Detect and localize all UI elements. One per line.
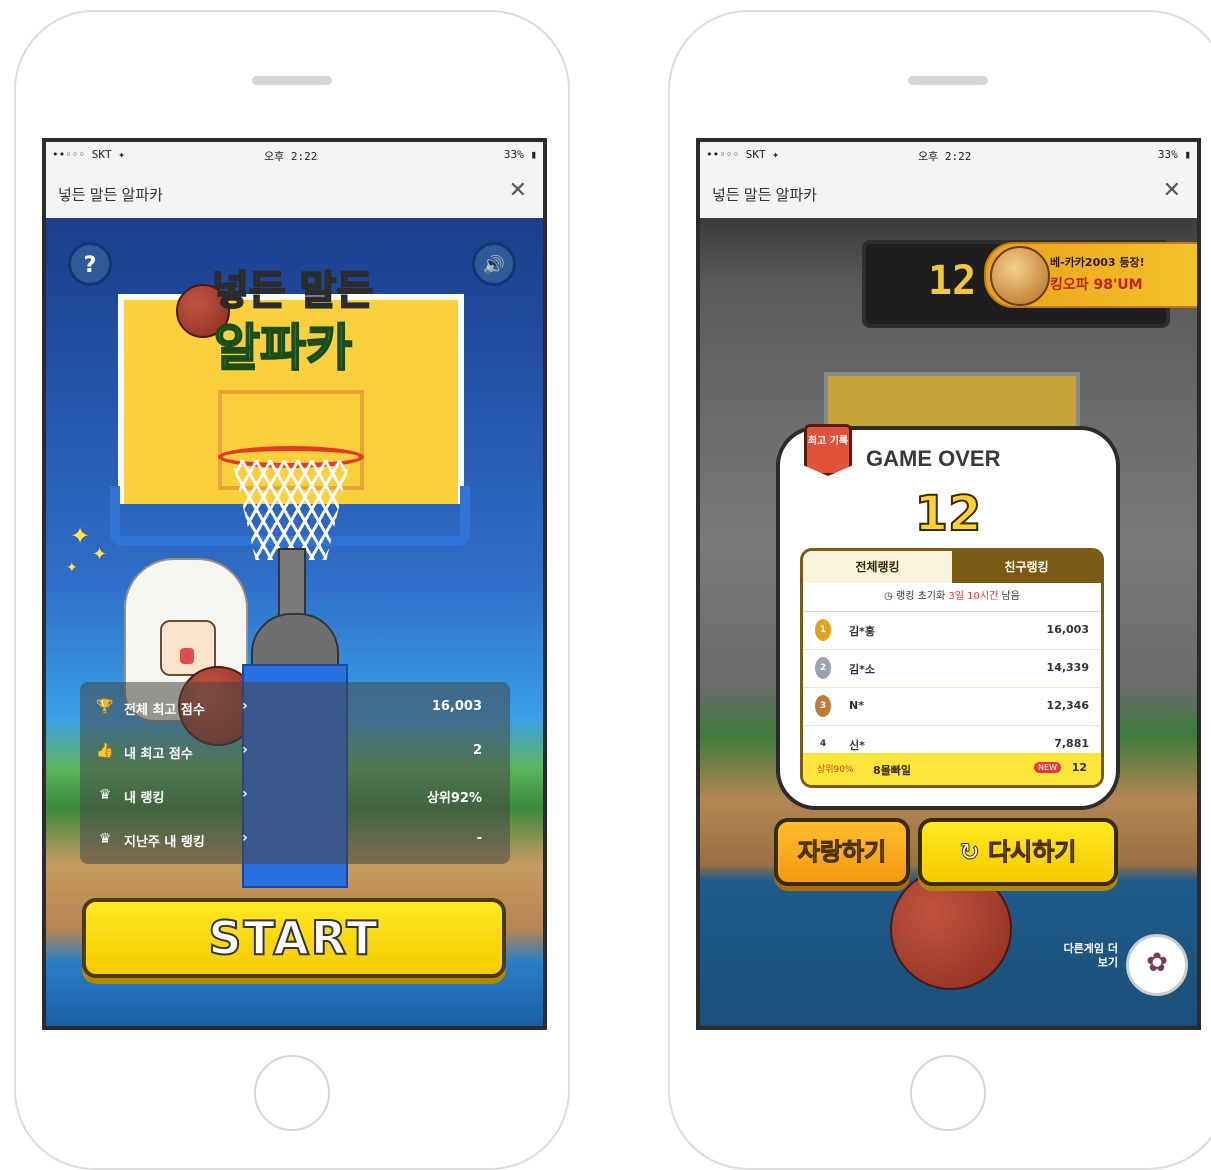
stat-label: 전체 최고 점수 [124, 703, 205, 718]
game-over-title: GAME OVER [866, 446, 1001, 471]
ranking-row: 1 김*흥 16,003 [803, 611, 1101, 650]
chevron-right-icon: › [242, 830, 248, 846]
sparkle-icon: ✦ [66, 560, 78, 576]
time: 오후 2:22 [264, 150, 318, 163]
ad-banner[interactable]: 베-카카2003 등장! 킹오파 98'UM [984, 242, 1197, 308]
ranking-name: 김*소 [849, 663, 875, 676]
stat-label: 내 최고 점수 [124, 747, 193, 762]
stats-panel: 🏆 전체 최고 점수 › 16,003 👍 내 최고 점수 › 2 ♛ 내 랭킹… [80, 682, 510, 864]
ranking-row: 3 N* 12,346 [803, 687, 1101, 726]
hoop-pedestal [251, 613, 339, 667]
ranking-score: 16,003 [1046, 623, 1089, 636]
notice-suffix: 남음 [1001, 591, 1020, 602]
screen-right: ••◦◦◦ SKT ✦ 오후 2:22 33% ▮ 넣든 말든 알파카 ✕ 12… [696, 138, 1201, 1030]
best-record-badge: 최고 기록 [804, 424, 852, 476]
ranking-score: 7,881 [1054, 737, 1089, 750]
retry-label: 다시하기 [988, 838, 1077, 867]
my-name: 8몰빠일 [873, 764, 912, 777]
status-bar: ••◦◦◦ SKT ✦ 오후 2:22 33% ▮ [46, 142, 543, 168]
stat-row[interactable]: 👍 내 최고 점수 › 2 [96, 738, 496, 768]
alpaca-mouth [180, 648, 194, 664]
screen-left: ••◦◦◦ SKT ✦ 오후 2:22 33% ▮ 넣든 말든 알파카 ✕ 넣든… [42, 138, 547, 1030]
window-title: 넣든 말든 알파카 [58, 187, 163, 204]
notice-prefix: 랭킹 초기화 [896, 591, 946, 602]
logo-line2: 알파카 [213, 318, 353, 378]
chevron-right-icon: › [242, 786, 248, 802]
ranking-tabs: 전체랭킹 친구랭킹 [803, 551, 1101, 583]
bronze-medal-icon: 3 [815, 695, 831, 717]
time: 오후 2:22 [918, 150, 972, 163]
ranking-name: N* [849, 699, 864, 712]
stat-value: 상위92% [426, 791, 482, 806]
title-bar: 넣든 말든 알파카 ✕ [46, 168, 543, 219]
close-icon[interactable]: ✕ [509, 178, 527, 203]
stat-label: 내 랭킹 [124, 791, 165, 806]
basketball-icon [890, 868, 1012, 990]
ad-line2: 킹오파 98'UM [1050, 277, 1143, 293]
stat-row[interactable]: ♛ 지난주 내 랭킹 › - [96, 826, 496, 856]
tab-friend-ranking[interactable]: 친구랭킹 [952, 551, 1101, 583]
help-button[interactable]: ? [68, 242, 112, 286]
ranking-row: 2 김*소 14,339 [803, 649, 1101, 688]
clock-icon: ◷ [884, 591, 897, 602]
game-start-screen: 넣든 말든 알파카 ? 🔊 ✦ ✦ ✦ 🏆 전체 최고 점수 › 16,003 [46, 218, 543, 1026]
final-score: 12 [914, 485, 983, 543]
tab-all-ranking[interactable]: 전체랭킹 [803, 551, 952, 583]
start-button[interactable]: START [82, 898, 506, 978]
thumb-icon: 👍 [96, 743, 114, 759]
my-percentile: 상위90% [817, 765, 854, 775]
more-games-label[interactable]: 다른게임 더보기 [1060, 942, 1118, 970]
ranking-score: 12,346 [1046, 699, 1089, 712]
ad-line1: 베-카카2003 등장! [1050, 256, 1145, 269]
ranking-name: 김*흥 [849, 625, 875, 638]
chevron-right-icon: › [242, 742, 248, 758]
sparkle-icon: ✦ [70, 522, 91, 550]
close-icon[interactable]: ✕ [1163, 178, 1181, 203]
battery: 33% ▮ [1157, 148, 1191, 161]
game-over-modal: 최고 기록 GAME OVER 12 전체랭킹 친구랭킹 ◷ 랭킹 초기화 3일… [776, 424, 1120, 810]
carrier: ••◦◦◦ SKT ✦ [52, 148, 125, 161]
sparkle-icon: ✦ [92, 544, 108, 565]
stat-label: 지난주 내 랭킹 [124, 835, 205, 850]
crown-icon: ♛ [98, 787, 112, 803]
ranking-score: 14,339 [1046, 661, 1089, 674]
speaker [908, 76, 988, 85]
retry-button[interactable]: ↻ 다시하기 [918, 818, 1118, 886]
speaker [252, 76, 332, 85]
phone-left: ••◦◦◦ SKT ✦ 오후 2:22 33% ▮ 넣든 말든 알파카 ✕ 넣든… [14, 10, 570, 1170]
carrier: ••◦◦◦ SKT ✦ [706, 148, 779, 161]
home-button[interactable] [910, 1055, 986, 1131]
stat-value: 16,003 [431, 699, 482, 714]
trophy-icon: 🏆 [96, 699, 114, 715]
notice-time: 3일 10시간 [948, 591, 999, 602]
sound-button[interactable]: 🔊 [472, 242, 516, 286]
home-button[interactable] [254, 1055, 330, 1131]
stat-row[interactable]: ♛ 내 랭킹 › 상위92% [96, 782, 496, 812]
stat-row[interactable]: 🏆 전체 최고 점수 › 16,003 [96, 694, 496, 724]
retry-icon: ↻ [959, 838, 989, 867]
game-over-screen: 12 베-카카2003 등장! 킹오파 98'UM 최고 기록 GAME OVE… [700, 218, 1197, 1026]
window-title: 넣든 말든 알파카 [712, 187, 817, 204]
status-bar: ••◦◦◦ SKT ✦ 오후 2:22 33% ▮ [700, 142, 1197, 168]
title-bar: 넣든 말든 알파카 ✕ [700, 168, 1197, 219]
ranking-box: 전체랭킹 친구랭킹 ◷ 랭킹 초기화 3일 10시간 남음 1 김*흥 16,0… [800, 548, 1104, 788]
share-button[interactable]: 자랑하기 [774, 818, 910, 886]
my-score: 12 [1071, 761, 1087, 774]
reset-notice: ◷ 랭킹 초기화 3일 10시간 남음 [803, 583, 1101, 612]
gold-medal-icon: 1 [815, 619, 831, 641]
phone-right: ••◦◦◦ SKT ✦ 오후 2:22 33% ▮ 넣든 말든 알파카 ✕ 12… [668, 10, 1211, 1170]
stat-value: - [476, 831, 482, 846]
ranking-name: 신* [849, 739, 865, 752]
new-badge: NEW [1034, 762, 1061, 773]
stat-value: 2 [472, 743, 482, 758]
crown-icon: ♛ [98, 831, 112, 847]
ad-character-icon [990, 246, 1050, 306]
chevron-right-icon: › [242, 698, 248, 714]
more-games-flower-icon[interactable]: ✿ [1126, 934, 1188, 996]
battery: 33% ▮ [503, 148, 537, 161]
scoreboard-score: 12 [928, 258, 977, 304]
silver-medal-icon: 2 [815, 657, 831, 679]
my-ranking-row: 상위90% 8몰빠일 NEW 12 [803, 753, 1101, 785]
ranking-number: 4 [819, 739, 827, 749]
